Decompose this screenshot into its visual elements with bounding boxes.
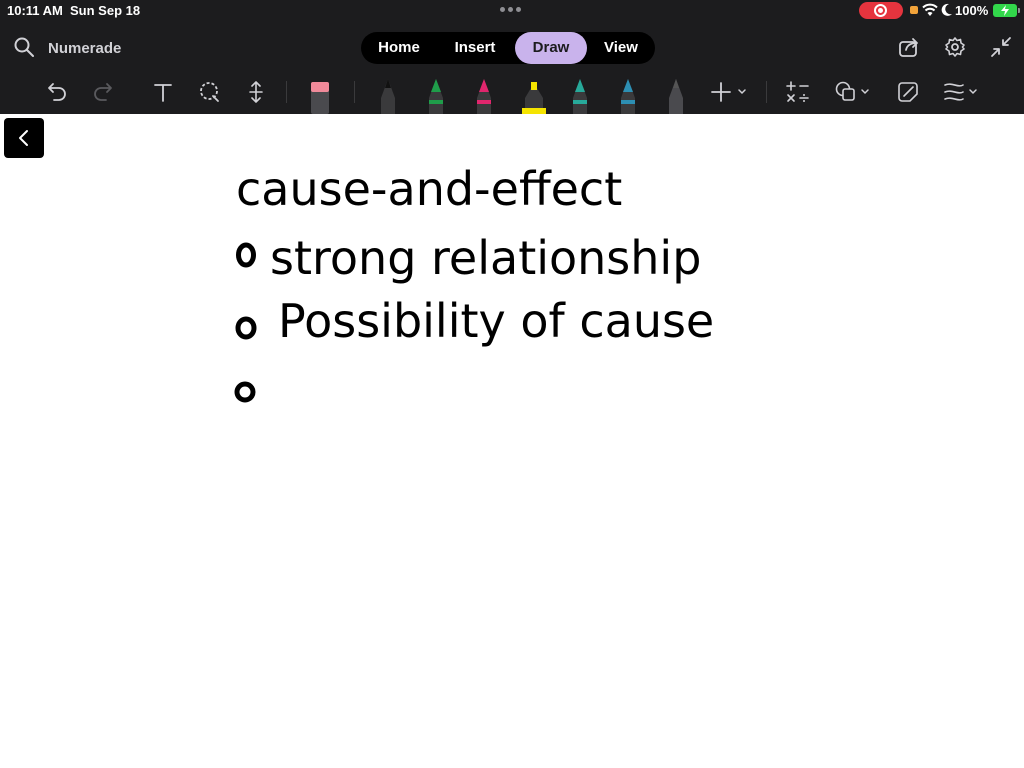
bullet-circle-icon [236, 242, 256, 268]
bullet-circle-icon [235, 316, 257, 340]
handwritten-notes: cause-and-effect strong relationship Pos… [234, 162, 714, 403]
note-line-bullet-1: strong relationship [270, 231, 701, 285]
note-line-heading: cause-and-effect [236, 162, 622, 216]
bullet-circle-icon [234, 381, 256, 403]
note-line-bullet-2: Possibility of cause [278, 294, 714, 348]
